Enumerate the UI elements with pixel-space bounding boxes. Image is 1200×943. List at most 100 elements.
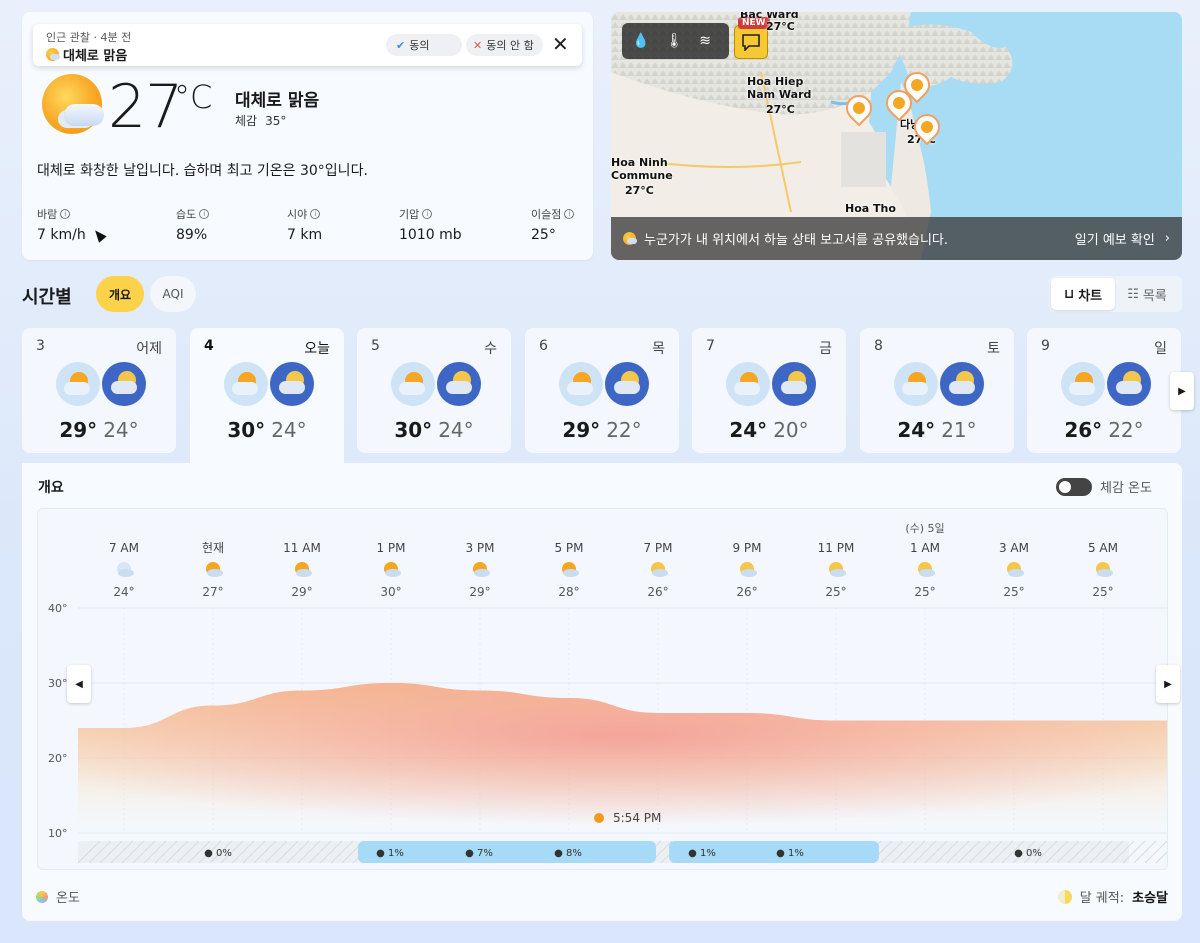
feels-like-label: 체감 — [235, 114, 258, 128]
map-label-hoa-hiep[interactable]: Hoa Hiep Nam Ward — [747, 75, 811, 101]
precip-label: ● 1% — [376, 848, 404, 859]
night-weather-icon — [940, 362, 984, 406]
stat-visibility-value: 7 km — [287, 227, 323, 243]
precip-label: ● 0% — [1014, 848, 1042, 859]
stat-dewpoint[interactable]: 이슬점 i 25° — [531, 206, 575, 243]
day-low-temp: 21° — [941, 418, 977, 442]
precip-label: ● 8% — [554, 848, 582, 859]
day-number: 8 — [874, 338, 883, 354]
info-icon[interactable]: i — [310, 209, 321, 219]
moon-legend-label: 달 궤적: — [1079, 891, 1125, 906]
hour-temp-label: 28° — [558, 585, 579, 599]
day-high-temp: 29° — [562, 418, 601, 442]
cloud-icon — [919, 569, 935, 577]
map-report-footer[interactable]: 누군가가 내 위치에서 하늘 상태 보고서를 공유했습니다. 일기 예보 확인 … — [611, 217, 1182, 260]
day-card[interactable]: 9 일 26° 22° — [1027, 328, 1181, 453]
close-icon[interactable]: ✕ — [552, 32, 569, 56]
weather-map[interactable]: 💧 🌡 ≋ NEW Bac Ward 27°C Hoa Hiep Nam War… — [611, 12, 1182, 260]
report-button[interactable] — [734, 25, 768, 59]
wind-icon[interactable]: ≋ — [699, 33, 711, 49]
day-card[interactable]: 7 금 24° 20° — [692, 328, 846, 453]
list-icon: ☷ — [1127, 286, 1139, 302]
day-weather-icon — [559, 362, 603, 406]
toggle-switch[interactable] — [1056, 477, 1092, 496]
day-card[interactable]: 6 목 29° 22° — [525, 328, 679, 453]
day-card[interactable]: 8 토 24° 21° — [860, 328, 1014, 453]
chart-next-button[interactable]: ▶ — [1156, 665, 1180, 703]
observation-condition: 대체로 맑음 — [46, 45, 127, 64]
map-label-hoa-ninh[interactable]: Hoa Ninh Commune — [611, 156, 673, 182]
partly-sunny-icon — [42, 74, 104, 134]
hourly-chart-frame[interactable]: 40° 30° 20° 10° ● 0% ● 1% ● 7% ● 8% ● 1% ● 1% ● 0%… — [37, 508, 1168, 870]
stat-wind[interactable]: 바람 i 7 km/h — [37, 206, 107, 243]
y-tick-label: 40° — [48, 602, 68, 615]
cloud-icon — [830, 569, 846, 577]
hourly-temperature-chart[interactable]: 40° 30° 20° 10° ● 0% ● 1% ● 7% ● 8% ● 1% ● 1% ● 0%… — [38, 509, 1168, 870]
day-low-temp: 24° — [103, 418, 139, 442]
day-number: 5 — [371, 338, 380, 354]
day-card[interactable]: 4 오늘 30° 24° — [190, 328, 344, 468]
play-left-icon: ◀ — [75, 678, 83, 690]
info-icon[interactable]: i — [199, 209, 210, 219]
info-icon[interactable]: i — [422, 209, 433, 219]
temperature-legend-label: 온도 — [56, 891, 80, 906]
cloud-icon — [652, 569, 668, 577]
forecast-link[interactable]: 일기 예보 확인 › — [1075, 229, 1170, 248]
cloud-icon — [1008, 569, 1024, 577]
next-days-button[interactable]: ▶ — [1170, 372, 1194, 410]
disagree-label: 동의 안 함 — [486, 39, 534, 52]
precipitation-icon[interactable]: 💧 — [632, 33, 649, 49]
view-toggle: ⊔ 차트 ☷ 목록 — [1049, 276, 1182, 312]
stat-humidity[interactable]: 습도 i 89% — [176, 206, 210, 243]
hour-temp-label: 25° — [914, 585, 935, 599]
hour-label: 1 PM — [376, 541, 405, 555]
observation-condition-text: 대체로 맑음 — [63, 49, 128, 64]
stat-visibility[interactable]: 시야 i 7 km — [287, 206, 322, 243]
tab-aqi[interactable]: AQI — [150, 276, 196, 312]
hour-label: 3 PM — [465, 541, 494, 555]
day-weather-icon — [391, 362, 435, 406]
feels-like-toggle-label: 체감 온도 — [1100, 481, 1152, 496]
day-high-temp: 26° — [1064, 418, 1103, 442]
precip-label: ● 1% — [776, 848, 804, 859]
stat-wind-value: 7 km/h — [37, 227, 86, 243]
cloud-icon — [1097, 569, 1113, 577]
partly-sunny-icon — [623, 232, 637, 245]
day-name: 목 — [652, 341, 665, 357]
cloud-icon — [296, 569, 312, 577]
day-card[interactable]: 3 어제 29° 24° — [22, 328, 176, 453]
temperature-legend: 온도 — [36, 887, 80, 906]
hour-temp-label: 26° — [736, 585, 757, 599]
hour-label: 현재 — [202, 541, 224, 555]
day-card[interactable]: 5 수 30° 24° — [357, 328, 511, 453]
stat-humidity-value: 89% — [176, 227, 208, 243]
precip-hatch — [1144, 840, 1167, 864]
info-icon[interactable]: i — [564, 209, 575, 219]
info-icon[interactable]: i — [60, 209, 71, 219]
day-high-temp: 29° — [59, 418, 98, 442]
precip-hatch — [1166, 862, 1167, 863]
stat-humidity-label: 습도 — [176, 208, 197, 221]
disagree-button[interactable]: ✕ 동의 안 함 — [466, 34, 543, 56]
cloud-icon — [741, 569, 757, 577]
y-tick-label: 30° — [48, 677, 68, 690]
chart-prev-button[interactable]: ◀ — [67, 665, 91, 703]
cloud-icon — [207, 569, 223, 577]
day-number: 4 — [204, 338, 214, 354]
hour-label: 11 AM — [283, 541, 321, 555]
cloud-icon — [118, 569, 134, 577]
agree-button[interactable]: ✔ 동의 — [386, 34, 462, 56]
chart-icon: ⊔ — [1063, 286, 1075, 302]
play-right-icon: ▶ — [1178, 385, 1186, 397]
night-weather-icon — [270, 362, 314, 406]
view-list-button[interactable]: ☷ 목록 — [1115, 278, 1179, 310]
feels-like-toggle[interactable]: 체감 온도 — [1056, 477, 1152, 496]
temperature-legend-icon — [36, 890, 48, 903]
map-label-hoa-tho[interactable]: Hoa Tho — [845, 202, 896, 215]
view-chart-button[interactable]: ⊔ 차트 — [1051, 278, 1115, 310]
view-list-label: 목록 — [1142, 288, 1167, 304]
tab-overview[interactable]: 개요 — [96, 276, 144, 312]
stat-pressure[interactable]: 기압 i 1010 mb — [399, 206, 462, 243]
hour-label: 11 PM — [818, 541, 855, 555]
temperature-icon[interactable]: 🌡 — [665, 33, 683, 49]
